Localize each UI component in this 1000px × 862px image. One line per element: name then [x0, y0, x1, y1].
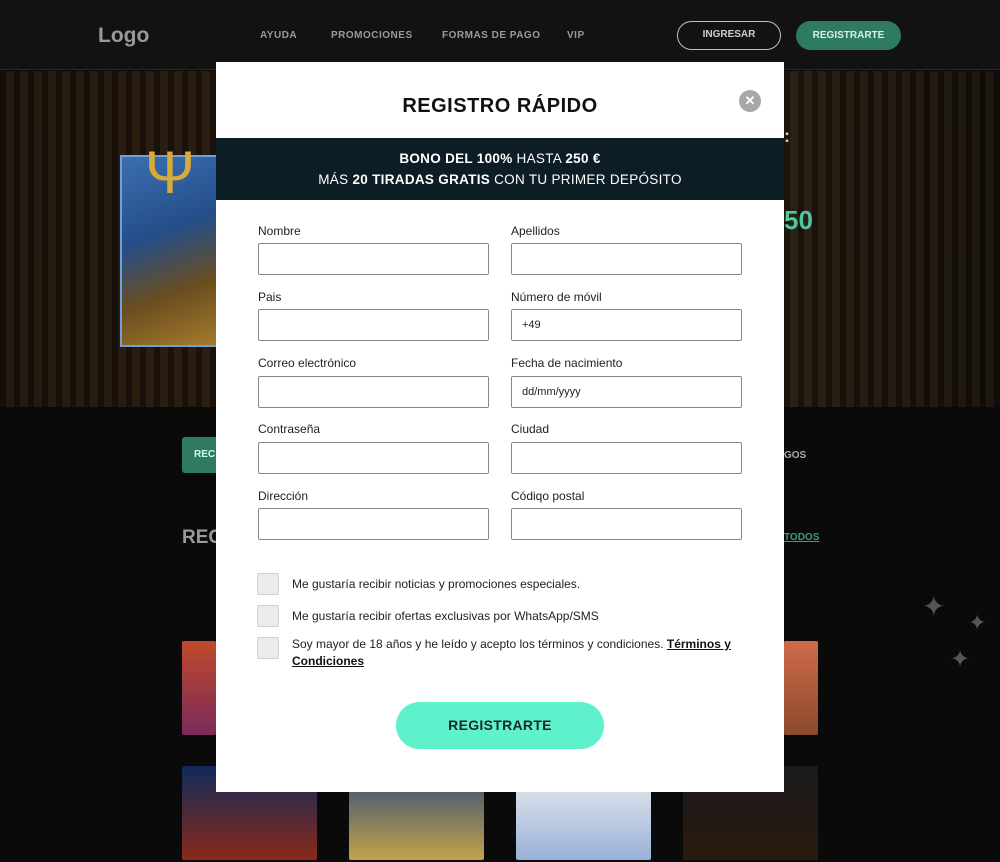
site-header: Logo AYUDA PROMOCIONES FORMAS DE PAGO VI… [0, 0, 1000, 70]
nombre-field[interactable] [258, 243, 489, 275]
direccion-field[interactable] [258, 508, 489, 540]
movil-label: Número de móvil [511, 290, 602, 304]
whatsapp-checkbox-label: Me gustaría recibir ofertas exclusivas p… [292, 609, 599, 623]
news-checkbox-label: Me gustaría recibir noticias y promocion… [292, 577, 581, 591]
bonus-line-1: BONO DEL 100% HASTA 250 € [216, 151, 784, 166]
logo[interactable]: Logo [98, 24, 149, 48]
nav-vip[interactable]: VIP [567, 30, 585, 41]
hero-amount: 50 [784, 205, 813, 235]
movil-field[interactable] [511, 309, 742, 341]
bonus-banner: BONO DEL 100% HASTA 250 € MÁS 20 TIRADAS… [216, 138, 784, 200]
register-button-header[interactable]: REGISTRARTE [796, 21, 901, 50]
bonus-free-spins: 20 TIRADAS GRATIS [352, 172, 491, 187]
direccion-label: Dirección [258, 489, 309, 503]
postal-label: Códiqo postal [511, 489, 585, 503]
password-field[interactable] [258, 442, 489, 474]
whatsapp-checkbox[interactable] [257, 605, 279, 627]
see-all-link[interactable]: TODOS [784, 532, 819, 543]
bonus-text: CON TU PRIMER DEPÓSITO [490, 172, 682, 187]
age-terms-text: Soy mayor de 18 años y he leído y acepto… [292, 637, 667, 651]
nombre-label: Nombre [258, 224, 301, 238]
trident-icon: Ψ [144, 139, 196, 206]
tab-games[interactable]: GOS [784, 450, 806, 461]
star-icon: ✦ [950, 646, 971, 673]
game-thumb[interactable] [784, 641, 818, 735]
apellidos-label: Apellidos [511, 224, 560, 238]
nav-ayuda[interactable]: AYUDA [260, 30, 297, 41]
star-icon: ✦ [922, 591, 946, 622]
hero-colon: : [784, 126, 790, 146]
modal-title: REGISTRO RÁPIDO [402, 95, 598, 117]
bonus-text: MÁS [318, 172, 353, 187]
bonus-text: HASTA [512, 151, 566, 166]
age-terms-checkbox[interactable] [257, 637, 279, 659]
nacimiento-label: Fecha de nacimiento [511, 356, 623, 370]
correo-label: Correo electrónico [258, 356, 357, 370]
news-checkbox[interactable] [257, 573, 279, 595]
postal-field[interactable] [511, 508, 742, 540]
ciudad-field[interactable] [511, 442, 742, 474]
nacimiento-field[interactable] [511, 376, 742, 408]
nav-formas-de-pago[interactable]: FORMAS DE PAGO [442, 30, 540, 41]
register-submit-button[interactable]: REGISTRARTE [396, 702, 604, 749]
game-thumb[interactable] [182, 641, 216, 735]
apellidos-field[interactable] [511, 243, 742, 275]
login-button[interactable]: INGRESAR [677, 21, 781, 50]
bonus-line-2: MÁS 20 TIRADAS GRATIS CON TU PRIMER DEPÓ… [216, 172, 784, 187]
age-terms-label: Soy mayor de 18 años y he leído y acepto… [292, 636, 752, 670]
bonus-amount: 250 € [565, 151, 601, 166]
nav-promociones[interactable]: PROMOCIONES [331, 30, 413, 41]
close-icon[interactable]: ✕ [739, 90, 761, 112]
pais-field[interactable] [258, 309, 489, 341]
contrasena-label: Contraseña [258, 422, 321, 436]
registration-modal: REGISTRO RÁPIDO ✕ BONO DEL 100% HASTA 25… [216, 62, 784, 792]
pais-label: Pais [258, 290, 282, 304]
star-icon: ✦ [968, 610, 987, 635]
correo-field[interactable] [258, 376, 489, 408]
bonus-percent: BONO DEL 100% [399, 151, 513, 166]
ciudad-label: Ciudad [511, 422, 550, 436]
